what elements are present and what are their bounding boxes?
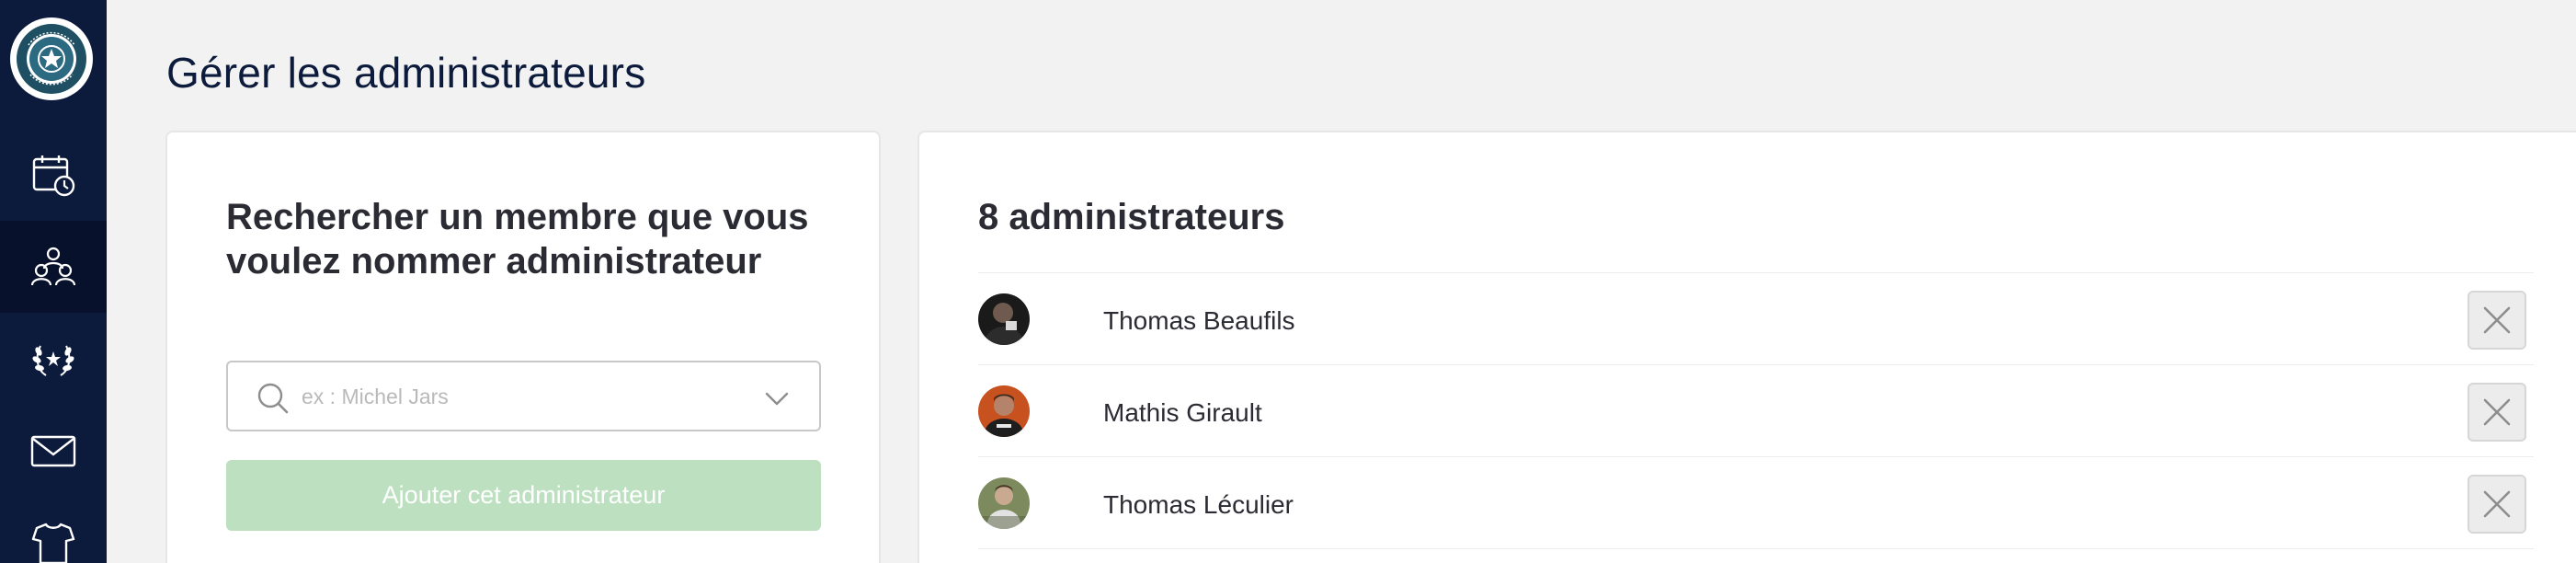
sidebar (0, 0, 107, 563)
nav-item-calendar[interactable] (0, 129, 107, 221)
admin-row: Mathis Girault (978, 365, 2534, 457)
admin-row: Thomas Beaufils (978, 273, 2534, 365)
nav-item-jerseys[interactable] (0, 497, 107, 563)
close-icon (2483, 306, 2511, 334)
admin-name: Thomas Léculier (1103, 490, 1294, 519)
nav-item-trophies[interactable] (0, 313, 107, 405)
laurel-wreath-icon (32, 345, 74, 376)
club-crest-logo[interactable] (10, 17, 93, 100)
remove-admin-button[interactable] (2468, 475, 2526, 534)
club-crest-logo-graphic (14, 21, 89, 97)
chevron-down-icon[interactable] (763, 385, 791, 412)
admin-name: Thomas Beaufils (1103, 306, 1295, 335)
admin-count-heading: 8 administrateurs (978, 197, 1285, 237)
search-heading: Rechercher un membre que vous voulez nom… (226, 197, 809, 282)
search-icon (257, 383, 289, 414)
nav-item-members[interactable] (0, 221, 107, 313)
admin-name: Mathis Girault (1103, 398, 1262, 427)
nav-item-messages[interactable] (0, 405, 107, 497)
avatar (978, 293, 1030, 345)
avatar (978, 477, 1030, 529)
admins-card: 8 administrateurs Thomas Beaufils Mathis… (918, 131, 2576, 563)
envelope-icon (30, 435, 76, 467)
close-icon (2483, 490, 2511, 518)
remove-admin-button[interactable] (2468, 291, 2526, 350)
avatar-photo (978, 385, 1030, 437)
close-icon (2483, 398, 2511, 426)
jersey-icon (31, 523, 75, 563)
avatar-photo (978, 477, 1030, 529)
admins-list: Thomas Beaufils Mathis Girault Thomas Lé… (978, 272, 2534, 549)
avatar-photo (978, 293, 1030, 345)
calendar-clock-icon (32, 155, 75, 197)
admin-row: Thomas Léculier (978, 457, 2534, 549)
search-input[interactable] (302, 379, 743, 414)
users-group-icon (30, 247, 76, 286)
page-title: Gérer les administrateurs (166, 49, 646, 97)
member-search-select[interactable] (226, 361, 821, 431)
add-admin-button[interactable]: Ajouter cet administrateur (226, 460, 821, 531)
avatar (978, 385, 1030, 437)
search-member-card: Rechercher un membre que vous voulez nom… (165, 131, 881, 563)
remove-admin-button[interactable] (2468, 383, 2526, 442)
